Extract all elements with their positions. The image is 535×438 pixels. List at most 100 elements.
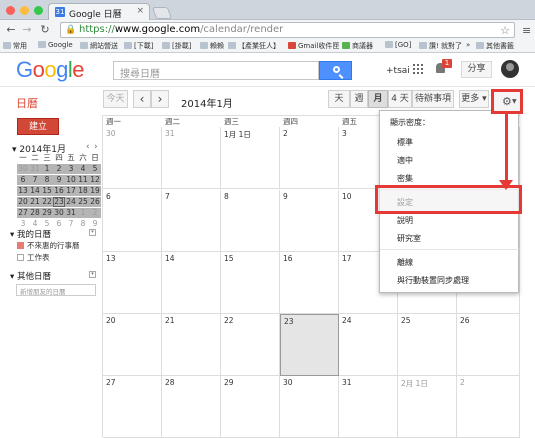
other-calendars-dropdown-icon[interactable]: ▾: [89, 271, 96, 278]
mini-day[interactable]: 22: [41, 197, 53, 207]
day-cell[interactable]: 28: [162, 376, 221, 438]
bookmark-item[interactable]: 常用: [3, 41, 27, 51]
apps-grid-icon[interactable]: [413, 64, 423, 74]
close-window-icon[interactable]: [6, 6, 15, 15]
bookmark-item[interactable]: [下載]: [124, 41, 153, 51]
reload-icon[interactable]: ↻: [38, 23, 52, 36]
my-calendars-heading[interactable]: ▾ 我的日曆: [10, 228, 51, 240]
mini-day[interactable]: 7: [65, 219, 77, 229]
google-plus-user-link[interactable]: +tsai: [386, 66, 410, 76]
mini-day[interactable]: 3: [65, 164, 77, 174]
view-day-button[interactable]: 天: [328, 90, 350, 108]
view-agenda-button[interactable]: 待辦事項: [412, 90, 454, 108]
day-cell[interactable]: 6: [103, 190, 162, 252]
day-cell[interactable]: 20: [103, 314, 162, 376]
bookmark-item[interactable]: 【產業狂人】: [228, 41, 280, 51]
tab-close-icon[interactable]: ×: [136, 6, 144, 16]
day-cell[interactable]: 30: [103, 127, 162, 189]
mini-day[interactable]: 24: [65, 197, 77, 207]
my-calendars-dropdown-icon[interactable]: ▾: [89, 229, 96, 236]
offline-menu-item[interactable]: 離線: [397, 257, 413, 268]
bookmark-item[interactable]: 賴賴: [200, 41, 224, 51]
forward-arrow-icon[interactable]: →: [20, 23, 34, 36]
day-cell[interactable]: 2月 1日: [398, 376, 457, 438]
day-cell[interactable]: 31: [339, 376, 398, 438]
view-month-button[interactable]: 月: [368, 90, 388, 108]
mini-day[interactable]: 12: [89, 175, 101, 185]
mini-day[interactable]: 6: [53, 219, 65, 229]
day-cell[interactable]: 30: [280, 376, 339, 438]
mini-next-icon[interactable]: ›: [94, 142, 98, 152]
back-arrow-icon[interactable]: ←: [4, 23, 18, 36]
day-cell[interactable]: 31: [162, 127, 221, 189]
add-friend-calendar-input[interactable]: 新增朋友的日曆: [16, 284, 96, 296]
bookmark-star-icon[interactable]: ☆: [500, 24, 510, 37]
day-cell[interactable]: 2: [457, 376, 520, 438]
view-week-button[interactable]: 週: [350, 90, 368, 108]
url-input[interactable]: 🔒 https://www.google.com/calendar/render…: [60, 22, 515, 38]
day-cell[interactable]: 15: [221, 252, 280, 314]
mini-day[interactable]: 17: [65, 186, 77, 196]
mobile-sync-menu-item[interactable]: 與行動裝置同步處理: [397, 275, 469, 286]
mini-day[interactable]: 21: [29, 197, 41, 207]
mini-day[interactable]: 14: [29, 186, 41, 196]
density-standard-option[interactable]: 標準: [397, 137, 413, 148]
mini-day[interactable]: 27: [17, 208, 29, 218]
mini-day[interactable]: 20: [17, 197, 29, 207]
bookmark-item[interactable]: 商議器: [342, 41, 373, 51]
day-cell[interactable]: 14: [162, 252, 221, 314]
more-button[interactable]: 更多 ▾: [459, 90, 489, 108]
search-button[interactable]: [319, 61, 352, 80]
mini-day[interactable]: 8: [41, 175, 53, 185]
bookmark-item[interactable]: 網站營送: [80, 41, 118, 51]
app-title[interactable]: 日曆: [16, 95, 38, 111]
share-button[interactable]: 分享: [461, 61, 492, 78]
mini-day[interactable]: 9: [89, 219, 101, 229]
day-cell[interactable]: 22: [221, 314, 280, 376]
mini-day[interactable]: 25: [77, 197, 89, 207]
mini-day[interactable]: 23: [53, 197, 65, 207]
other-calendars-heading[interactable]: ▾ 其他日曆: [10, 270, 51, 282]
mini-day[interactable]: 28: [29, 208, 41, 218]
mini-day[interactable]: 2: [89, 208, 101, 218]
calendar-list-item[interactable]: 工作表: [17, 252, 50, 263]
mini-day[interactable]: 30: [53, 208, 65, 218]
day-cell[interactable]: 16: [280, 252, 339, 314]
notification-count-badge[interactable]: 1: [442, 59, 452, 68]
mini-day[interactable]: 15: [41, 186, 53, 196]
day-cell[interactable]: 26: [457, 314, 520, 376]
view-4day-button[interactable]: 4 天: [388, 90, 412, 108]
mini-day[interactable]: 7: [29, 175, 41, 185]
day-cell[interactable]: 9: [280, 190, 339, 252]
bookmark-item[interactable]: Gmail收件匣: [288, 41, 339, 51]
mini-day[interactable]: 31: [29, 164, 41, 174]
mini-day[interactable]: 11: [77, 175, 89, 185]
avatar[interactable]: [501, 60, 519, 78]
help-menu-item[interactable]: 說明: [397, 215, 413, 226]
zoom-window-icon[interactable]: [34, 6, 43, 15]
calendar-list-item[interactable]: 不來惠的行事曆: [17, 240, 80, 251]
mini-day[interactable]: 16: [53, 186, 65, 196]
labs-menu-item[interactable]: 研究室: [397, 233, 421, 244]
more-bookmarks-icon[interactable]: »: [466, 41, 470, 49]
mini-day[interactable]: 6: [17, 175, 29, 185]
density-comfortable-option[interactable]: 適中: [397, 155, 413, 166]
mini-day[interactable]: 4: [77, 164, 89, 174]
day-cell[interactable]: 24: [339, 314, 398, 376]
day-cell[interactable]: 27: [103, 376, 162, 438]
mini-day[interactable]: 30: [17, 164, 29, 174]
mini-day[interactable]: 31: [65, 208, 77, 218]
mini-day[interactable]: 10: [65, 175, 77, 185]
mini-day[interactable]: 1: [41, 164, 53, 174]
mini-day[interactable]: 18: [77, 186, 89, 196]
day-cell[interactable]: 1月 1日: [221, 127, 280, 189]
bookmark-item[interactable]: 讚! 就對了: [419, 41, 462, 51]
day-cell[interactable]: 7: [162, 190, 221, 252]
mini-day[interactable]: 1: [77, 208, 89, 218]
browser-tab[interactable]: 31 Google 日曆 ×: [48, 3, 150, 20]
mini-day[interactable]: 8: [77, 219, 89, 229]
bookmark-item[interactable]: [掛載]: [162, 41, 191, 51]
day-cell[interactable]: 23: [280, 314, 339, 376]
bookmark-item[interactable]: [GO]: [385, 41, 411, 49]
new-tab-button[interactable]: [151, 7, 173, 19]
